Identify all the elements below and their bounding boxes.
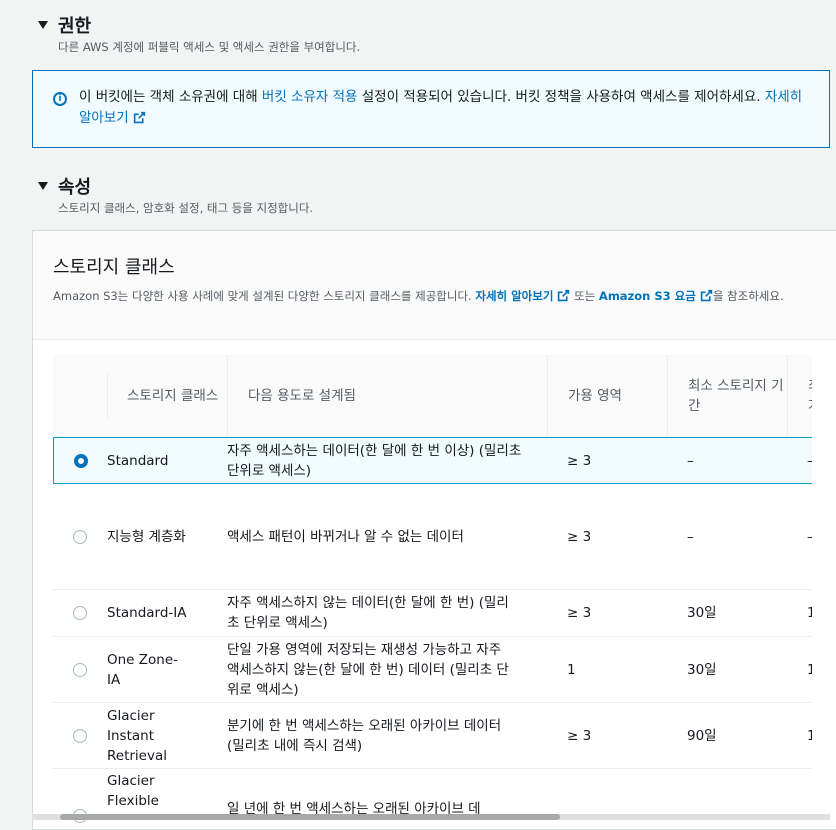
column-header-min-billable: 최소 청구 가능 <box>787 355 812 437</box>
designed-for: 자주 액세스하는 데이터(한 달에 한 번 이상) (밀리초 단위로 액세스) <box>227 442 522 479</box>
min-billable: 1 <box>807 605 812 621</box>
availability-zones: 1 <box>567 661 576 678</box>
info-alert: i 이 버킷에는 객체 소유권에 대해 버킷 소유자 적용 설정이 적용되어 있… <box>32 70 830 148</box>
table-row[interactable]: Standard-IA 자주 액세스하지 않는 데이터(한 달에 한 번) (밀… <box>53 590 812 637</box>
column-header-designed-for: 다음 용도로 설계됨 <box>227 355 547 437</box>
table-row[interactable]: Glacier Instant Retrieval 분기에 한 번 액세스하는 … <box>53 703 812 769</box>
caret-down-icon <box>38 182 48 190</box>
table-row[interactable]: 지능형 계층화 액세스 패턴이 바뀌거나 알 수 없는 데이터 ≥ 3 – – <box>53 484 812 590</box>
storage-class-header: 스토리지 클래스 Amazon S3는 다양한 사용 사례에 맞게 설계된 다양… <box>33 231 836 340</box>
bucket-owner-enforced-link[interactable]: 버킷 소유자 적용 <box>262 89 358 105</box>
storage-class-description: Amazon S3는 다양한 사용 사례에 맞게 설계된 다양한 스토리지 클래… <box>53 287 813 305</box>
storage-class-name: Standard <box>107 452 169 469</box>
availability-zones: ≥ 3 <box>567 528 592 545</box>
min-billable: 1 <box>807 661 812 678</box>
designed-for: 단일 가용 영역에 저장되는 재생성 가능하고 자주 액세스하지 않는(한 달에… <box>227 641 509 698</box>
s3-pricing-label: Amazon S3 요금 <box>598 289 696 303</box>
min-duration: 30일 <box>687 661 717 678</box>
horizontal-scrollbar[interactable] <box>32 814 830 820</box>
storage-class-radio[interactable] <box>73 530 87 544</box>
min-duration: – <box>687 528 694 545</box>
column-header-availability-zones: 가용 영역 <box>547 355 667 437</box>
designed-for: 액세스 패턴이 바뀌거나 알 수 없는 데이터 <box>227 528 464 545</box>
column-header-storage-class: 스토리지 클래스 <box>127 388 219 404</box>
storage-desc-after: 을 참조하세요. <box>712 289 784 303</box>
permissions-section-header[interactable]: 권한 <box>38 12 91 38</box>
min-billable: – <box>807 484 812 589</box>
designed-for: 분기에 한 번 액세스하는 오래된 아카이브 데이터(밀리초 내에 즉시 검색) <box>227 717 502 754</box>
table-row[interactable]: Standard 자주 액세스하는 데이터(한 달에 한 번 이상) (밀리초 … <box>53 437 812 484</box>
caret-down-icon <box>38 21 48 29</box>
column-header-min-duration: 최소 스토리지 기간 <box>667 355 787 437</box>
storage-class-radio[interactable] <box>73 729 87 743</box>
storage-or-text: 또는 <box>570 289 599 303</box>
table-row[interactable]: One Zone-IA 단일 가용 영역에 저장되는 재생성 가능하고 자주 액… <box>53 637 812 703</box>
min-billable: – <box>807 438 812 483</box>
table-header: 스토리지 클래스 다음 용도로 설계됨 가용 영역 최소 스토리지 기간 최소 … <box>53 355 812 438</box>
info-icon: i <box>53 92 67 106</box>
storage-class-title: 스토리지 클래스 <box>53 257 175 278</box>
storage-class-radio[interactable] <box>73 663 87 677</box>
storage-class-table: 스토리지 클래스 다음 용도로 설계됨 가용 영역 최소 스토리지 기간 최소 … <box>53 355 812 825</box>
storage-class-radio[interactable] <box>74 454 88 468</box>
external-link-icon <box>558 289 570 302</box>
permissions-description: 다른 AWS 계정에 퍼블릭 액세스 및 액세스 권한을 부여합니다. <box>58 40 361 54</box>
min-duration: 90일 <box>687 727 717 744</box>
properties-section-header[interactable]: 속성 <box>38 173 91 199</box>
scrollbar-thumb[interactable] <box>60 814 560 820</box>
min-billable: 1 <box>807 727 812 744</box>
properties-title: 속성 <box>58 177 92 198</box>
storage-class-name: Standard-IA <box>107 605 187 621</box>
external-link-icon <box>700 289 712 302</box>
info-text-before: 이 버킷에는 객체 소유권에 대해 <box>79 89 262 105</box>
storage-class-card: 스토리지 클래스 Amazon S3는 다양한 사용 사례에 맞게 설계된 다양… <box>32 230 836 830</box>
storage-class-name: 지능형 계층화 <box>107 528 186 545</box>
designed-for: 자주 액세스하지 않는 데이터(한 달에 한 번) (밀리초 단위로 액세스) <box>227 595 509 631</box>
storage-class-radio[interactable] <box>73 606 87 620</box>
properties-description: 스토리지 클래스, 암호화 설정, 태그 등을 지정합니다. <box>58 201 314 215</box>
availability-zones: ≥ 3 <box>567 452 592 469</box>
external-link-icon <box>133 111 145 124</box>
storage-desc-before: Amazon S3는 다양한 사용 사례에 맞게 설계된 다양한 스토리지 클래… <box>53 289 476 303</box>
availability-zones: ≥ 3 <box>567 727 592 744</box>
storage-class-name: One Zone-IA <box>107 651 179 688</box>
s3-pricing-link[interactable]: Amazon S3 요금 <box>599 289 713 303</box>
min-duration: – <box>687 452 694 469</box>
permissions-title: 권한 <box>58 16 92 37</box>
availability-zones: ≥ 3 <box>567 605 592 621</box>
storage-class-name: Glacier Instant Retrieval <box>107 707 167 764</box>
info-text-after: 설정이 적용되어 있습니다. 버킷 정책을 사용하여 액세스를 제어하세요. <box>357 89 765 105</box>
storage-learn-more-link[interactable]: 자세히 알아보기 <box>475 289 570 303</box>
storage-learn-more-label: 자세히 알아보기 <box>475 289 554 303</box>
min-duration: 30일 <box>687 605 717 621</box>
